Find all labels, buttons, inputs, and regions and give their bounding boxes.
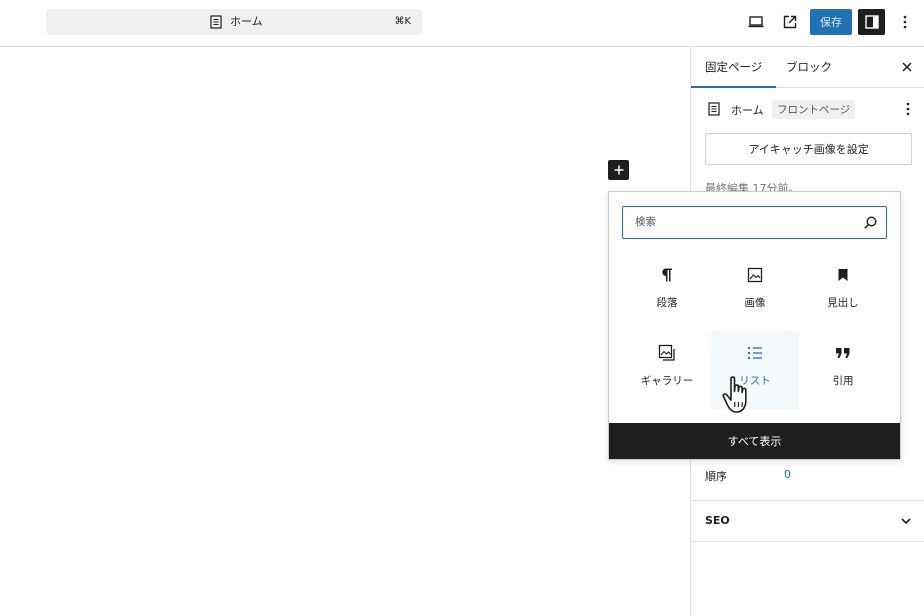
show-all-blocks-button[interactable]: すべて表示 [609,423,900,459]
block-search [622,206,887,239]
paragraph-icon [657,265,677,285]
page-name: ホーム [731,104,764,117]
page-summary: ホーム フロントページ [705,100,911,119]
page-icon [210,15,222,29]
tab-block[interactable]: ブロック [772,47,846,88]
command-palette-button[interactable]: ホーム ⌘K [46,9,422,35]
order-label: 順序 [705,470,727,483]
image-icon [745,265,765,285]
options-menu-button[interactable] [896,12,914,32]
block-label: ギャラリー [640,375,694,387]
sidebar-tabs: 固定ページ ブロック [691,47,924,88]
gallery-icon [657,343,677,363]
sidebar-icon [864,15,879,29]
page-icon [708,102,720,116]
set-featured-image-button[interactable]: アイキャッチ画像を設定 [705,133,912,165]
preview-button[interactable] [746,12,766,32]
block-list[interactable]: リスト [711,331,799,409]
block-label: 見出し [827,297,859,309]
block-image[interactable]: 画像 [711,253,799,331]
chevron-down-icon [901,518,911,525]
block-quote[interactable]: 引用 [799,331,887,409]
more-vertical-icon[interactable] [901,100,915,118]
list-icon [745,343,765,363]
block-heading[interactable]: 見出し [799,253,887,331]
seo-panel-toggle[interactable]: SEO [691,501,924,541]
external-link-icon [783,15,797,29]
seo-label: SEO [705,514,730,527]
block-label: リスト [739,375,771,387]
top-toolbar: ホーム ⌘K 保存 [0,0,924,47]
block-search-input[interactable] [623,207,863,237]
divider [691,541,924,542]
settings-panel-toggle[interactable] [858,9,885,35]
search-icon [864,216,877,229]
heading-icon [833,265,853,285]
desktop-preview-icon [748,16,764,28]
block-label: 引用 [832,375,854,387]
block-paragraph[interactable]: 段落 [623,253,711,331]
order-row: 順序 0 [705,466,911,484]
block-inserter-popover: 段落 画像 見出し ギャラリー [608,191,901,460]
plus-icon [614,165,623,175]
save-button[interactable]: 保存 [810,9,852,35]
block-label: 段落 [656,297,678,309]
order-value-link[interactable]: 0 [784,468,791,481]
shortcut-hint: ⌘K [394,16,411,27]
block-label: 画像 [744,297,766,309]
add-block-button[interactable] [608,160,629,180]
more-vertical-icon [903,15,907,29]
tab-page[interactable]: 固定ページ [691,47,776,88]
block-gallery[interactable]: ギャラリー [623,331,711,409]
view-page-button[interactable] [780,12,800,32]
close-icon[interactable] [899,59,915,75]
quote-icon [833,343,853,363]
front-page-badge: フロントページ [772,100,856,119]
document-title: ホーム [230,15,263,28]
